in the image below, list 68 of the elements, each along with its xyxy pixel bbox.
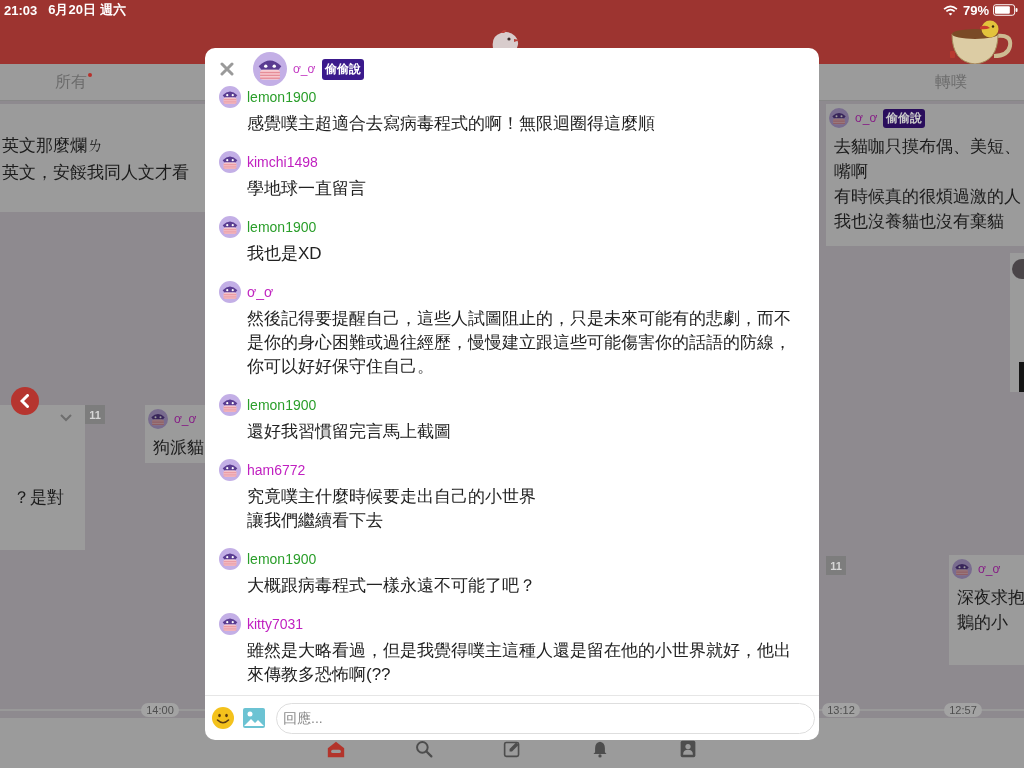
wifi-icon	[942, 4, 958, 16]
responder-name[interactable]: ơ_ơ	[247, 284, 274, 300]
time-label: 12:57	[944, 703, 982, 717]
plurk-text: ？是對	[13, 487, 64, 508]
image-icon[interactable]	[243, 707, 265, 729]
home-icon[interactable]	[327, 740, 345, 758]
avatar-icon	[829, 108, 849, 128]
plurk-text: 我也沒養貓也沒有棄貓	[834, 211, 1004, 232]
photo-placeholder	[1019, 362, 1024, 392]
responder-name[interactable]: lemon1900	[247, 397, 317, 413]
avatar-icon	[219, 459, 241, 481]
responder-name[interactable]: lemon1900	[247, 219, 317, 235]
response-count: 11	[85, 405, 105, 424]
responder-name[interactable]: lemon1900	[247, 551, 317, 567]
response-text: 究竟噗主什麼時候要走出自己的小世界	[247, 486, 537, 508]
whisper-badge: 偷偷說	[883, 108, 926, 128]
time-label: 13:12	[822, 703, 860, 717]
poster-name: ơ_ơ	[174, 412, 197, 426]
poster-name: ơ_ơ	[855, 111, 878, 125]
chevron-left-icon	[19, 394, 29, 408]
response-text: 然後記得要提醒自己，這些人試圖阻止的，只是未來可能有的悲劇，而不是你的身心困難或過往經歷，慢慢建立跟這些可能傷害你的話語的防線，你可以好好保守住自己。	[247, 308, 792, 378]
plurk-text: 嘴啊	[834, 161, 868, 182]
avatar-icon	[1012, 259, 1024, 279]
chevron-down-icon[interactable]	[60, 414, 72, 422]
responder-name[interactable]: kitty7031	[247, 616, 304, 632]
avatar-icon	[219, 151, 241, 173]
poster-name: ơ_ơ	[978, 562, 1001, 576]
avatar-icon	[219, 394, 241, 416]
status-time: 21:03	[4, 2, 38, 18]
whisper-badge: 偷偷說	[322, 58, 365, 80]
avatar-icon	[952, 559, 972, 579]
status-date: 6月20日 週六	[48, 1, 126, 19]
response-text: 大概跟病毒程式一樣永遠不可能了吧？	[247, 575, 537, 597]
response-text: 讓我們繼續看下去	[247, 510, 384, 532]
edit-icon[interactable]	[503, 740, 521, 758]
battery-percent: 79%	[962, 2, 989, 18]
responder-name[interactable]: lemon1900	[247, 89, 317, 105]
plurk-text: 去貓咖只摸布偶、美短、	[834, 136, 1021, 157]
response-text: 我也是XD	[247, 243, 323, 265]
close-icon[interactable]	[220, 62, 234, 76]
response-text: 雖然是大略看過，但是我覺得噗主這種人還是留在他的小世界就好，他出來傳教多恐怖啊(??	[247, 640, 792, 686]
response-count: 11	[826, 556, 846, 575]
time-label: 14:00	[141, 703, 179, 717]
profile-icon[interactable]	[679, 740, 697, 758]
plurk-text: 狗派貓	[153, 437, 204, 458]
poster-name: ơ_ơ	[293, 62, 316, 76]
avatar-icon	[219, 86, 241, 108]
reply-field[interactable]: 回應...	[276, 702, 815, 734]
smiley-icon[interactable]	[212, 707, 234, 729]
response-text: 學地球一直留言	[247, 178, 367, 200]
plurk-text: 有時候真的很煩過激的人	[834, 186, 1021, 207]
avatar-icon	[219, 216, 241, 238]
plurk-text: 英文，安餒我同人文才看	[2, 162, 189, 183]
responder-name[interactable]: ham6772	[247, 462, 306, 478]
avatar-icon	[219, 613, 241, 635]
avatar-icon	[148, 409, 168, 429]
bell-icon[interactable]	[591, 740, 609, 758]
avatar-icon	[219, 548, 241, 570]
avatar-icon	[253, 52, 287, 86]
plurk-text: 英文那麼爛ㄌ	[2, 135, 104, 156]
battery-icon	[993, 4, 1018, 16]
responder-name[interactable]: kimchi1498	[247, 154, 318, 170]
response-text: 還好我習慣留完言馬上截圖	[247, 421, 452, 443]
search-icon[interactable]	[415, 740, 433, 758]
avatar-icon	[219, 281, 241, 303]
plurk-text: 深夜求抱	[957, 587, 1024, 608]
response-text: 感覺噗主超適合去寫病毒程式的啊！無限迴圈得這麼順	[247, 113, 656, 135]
plurk-text: 鵝的小	[957, 612, 1008, 633]
